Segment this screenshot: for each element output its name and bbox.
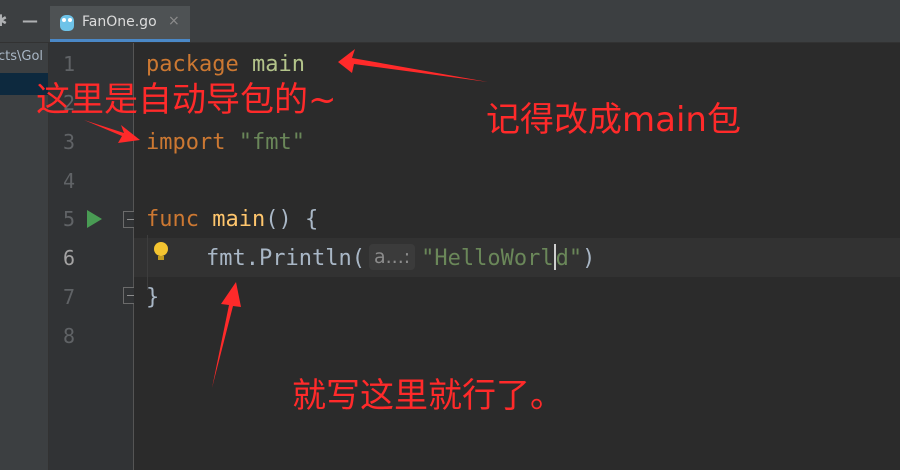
annotation-change-main: 记得改成main包 [486, 100, 741, 140]
pkg-ref: fmt [206, 246, 246, 271]
parameter-hint: a...: [368, 244, 416, 270]
annotation-auto-import: 这里是自动导包的~ [36, 80, 337, 120]
close-paren: ) [582, 246, 596, 271]
line-number-current: 6 [62, 246, 75, 270]
string-arg-part1: "HelloWorl [421, 246, 554, 271]
editor-tab-bar: ✱ — FanOne.go × [0, 0, 900, 43]
close-icon[interactable]: × [168, 13, 180, 29]
code-line-3: import "fmt" [146, 123, 305, 162]
gear-icon[interactable]: ✱ [0, 12, 7, 30]
minimize-icon[interactable]: — [22, 12, 38, 30]
keyword-package: package [146, 52, 239, 77]
code-line-1: package main [146, 45, 305, 84]
call-println: Println( [259, 246, 365, 271]
code-line-6: fmt.Println(a...: "HelloWorld") [206, 239, 595, 278]
import-path: "fmt" [238, 130, 305, 155]
line-number: 8 [62, 324, 75, 348]
function-signature: () { [265, 207, 319, 232]
keyword-func: func [146, 207, 199, 232]
closing-brace: } [146, 285, 160, 310]
annotation-write-here: 就写这里就行了。 [292, 376, 564, 416]
gopher-icon [60, 15, 74, 31]
package-name: main [251, 52, 305, 77]
line-number: 7 [62, 285, 75, 309]
lightbulb-icon[interactable] [154, 242, 168, 260]
code-line-5: func main() { [146, 200, 318, 239]
code-line-7: } [146, 278, 159, 317]
line-number: 4 [62, 169, 75, 193]
line-number: 1 [62, 52, 75, 76]
project-path: cts\Gol [0, 49, 44, 64]
string-arg-part2: d" [555, 246, 583, 271]
line-number: 5 [62, 207, 75, 231]
keyword-import: import [146, 130, 226, 155]
function-name: main [212, 207, 266, 232]
tab-label: FanOne.go [82, 14, 157, 30]
run-icon[interactable] [87, 210, 102, 228]
tab-fanone-go[interactable]: FanOne.go × [50, 6, 190, 42]
dot: . [245, 246, 259, 271]
line-number: 3 [62, 130, 75, 154]
